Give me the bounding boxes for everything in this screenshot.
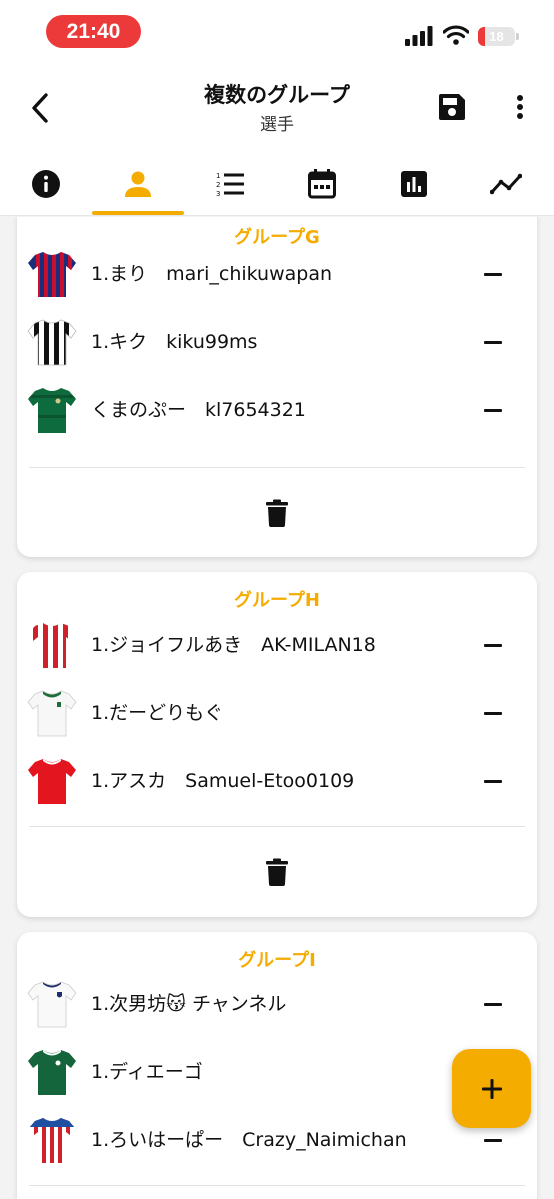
green-jersey-icon [28,388,76,433]
minus-icon [484,408,502,412]
red-white-blue-stripe-jersey-icon [28,1118,76,1163]
player-row[interactable]: 1.だーどりもぐ [17,682,537,744]
red-jersey-icon [28,759,76,804]
remove-player-button[interactable] [479,631,507,659]
add-group-button[interactable] [452,1049,531,1128]
app-header: 複数のグループ 選手 [0,62,554,154]
player-name: 1.ディエーゴ [91,1061,203,1083]
tab-players[interactable] [92,154,184,215]
tab-bar: 1 2 3 [0,154,554,216]
minus-icon [484,711,502,715]
divider [29,467,525,468]
remove-player-button[interactable] [479,767,507,795]
tab-trends[interactable] [460,154,552,214]
minus-icon [484,779,502,783]
red-white-stripe-jersey-icon [28,623,76,668]
minus-icon [484,340,502,344]
player-row[interactable]: 1.キク kiku99ms [17,311,537,373]
minus-icon [484,272,502,276]
svg-text:2: 2 [216,181,220,189]
remove-player-button[interactable] [479,699,507,727]
player-name: 1.ろいはーぱー Crazy_Naimichan [91,1129,407,1151]
cellular-signal-icon [405,26,433,46]
bar-chart-icon [401,171,427,197]
divider [29,826,525,827]
info-icon [32,170,60,198]
black-white-stripe-jersey-icon [27,319,77,366]
group-title: グループI [238,950,316,971]
white-jersey-icon [27,981,77,1028]
tab-info[interactable] [0,154,92,214]
page-title: 複数のグループ [204,83,350,107]
battery-level: 18 [489,29,504,44]
green-jersey-icon [28,1050,76,1095]
status-time: 21:40 [46,15,141,48]
player-name: 1.だーどりもぐ [91,702,224,724]
remove-player-button[interactable] [479,990,507,1018]
trash-icon [266,858,288,886]
minus-icon [484,643,502,647]
minus-icon [484,1002,502,1006]
tab-ranking[interactable]: 1 2 3 [184,154,276,214]
svg-text:3: 3 [216,190,220,197]
player-name: 1.まり mari_chikuwapan [91,263,333,285]
delete-group-button[interactable] [261,495,293,531]
group-card: グループG 1.まり mari_chikuwapan 1.キク kiku99ms… [17,217,537,557]
player-row[interactable]: くまのぷー kl7654321 [17,379,537,441]
player-row[interactable]: 1.ジョイフルあき AK-MILAN18 [17,614,537,676]
numbered-list-icon: 1 2 3 [216,172,244,197]
player-row[interactable]: 1.アスカ Samuel-Etoo0109 [17,750,537,812]
white-green-jersey-icon [27,690,77,737]
tab-stats[interactable] [368,154,460,214]
remove-player-button[interactable] [479,396,507,424]
trash-icon [266,499,288,527]
remove-player-button[interactable] [479,260,507,288]
more-vertical-icon [517,95,523,119]
player-name: 1.アスカ Samuel-Etoo0109 [91,770,355,792]
player-name: 1.次男坊😽 チャンネル [91,993,287,1015]
group-card: グループH 1.ジョイフルあき AK-MILAN18 1.だーどりもぐ 1.アス… [17,572,537,917]
player-name: 1.ジョイフルあき AK-MILAN18 [91,634,376,656]
divider [29,1185,525,1186]
status-bar: 21:40 18 [0,0,554,62]
player-name: 1.キク kiku99ms [91,331,258,353]
minus-icon [484,1138,502,1142]
save-icon [439,94,465,120]
wifi-icon [443,25,469,45]
battery-icon: 18 [478,27,515,46]
tab-schedule[interactable] [276,154,368,214]
plus-icon [481,1078,502,1099]
remove-player-button[interactable] [479,1126,507,1154]
page-subtitle: 選手 [260,115,294,135]
svg-text:1: 1 [216,172,220,180]
battery-tip [516,33,519,40]
trend-line-icon [490,173,522,195]
remove-player-button[interactable] [479,328,507,356]
blue-red-stripe-jersey-icon [28,252,76,297]
player-row[interactable]: 1.次男坊😽 チャンネル [17,973,537,1035]
group-title: グループH [234,590,320,611]
player-name: くまのぷー kl7654321 [91,399,306,421]
delete-group-button[interactable] [261,854,293,890]
save-button[interactable] [435,90,469,124]
calendar-icon [308,169,336,199]
more-options-button[interactable] [508,90,532,124]
player-row[interactable]: 1.まり mari_chikuwapan [17,243,537,305]
person-icon [125,171,151,197]
